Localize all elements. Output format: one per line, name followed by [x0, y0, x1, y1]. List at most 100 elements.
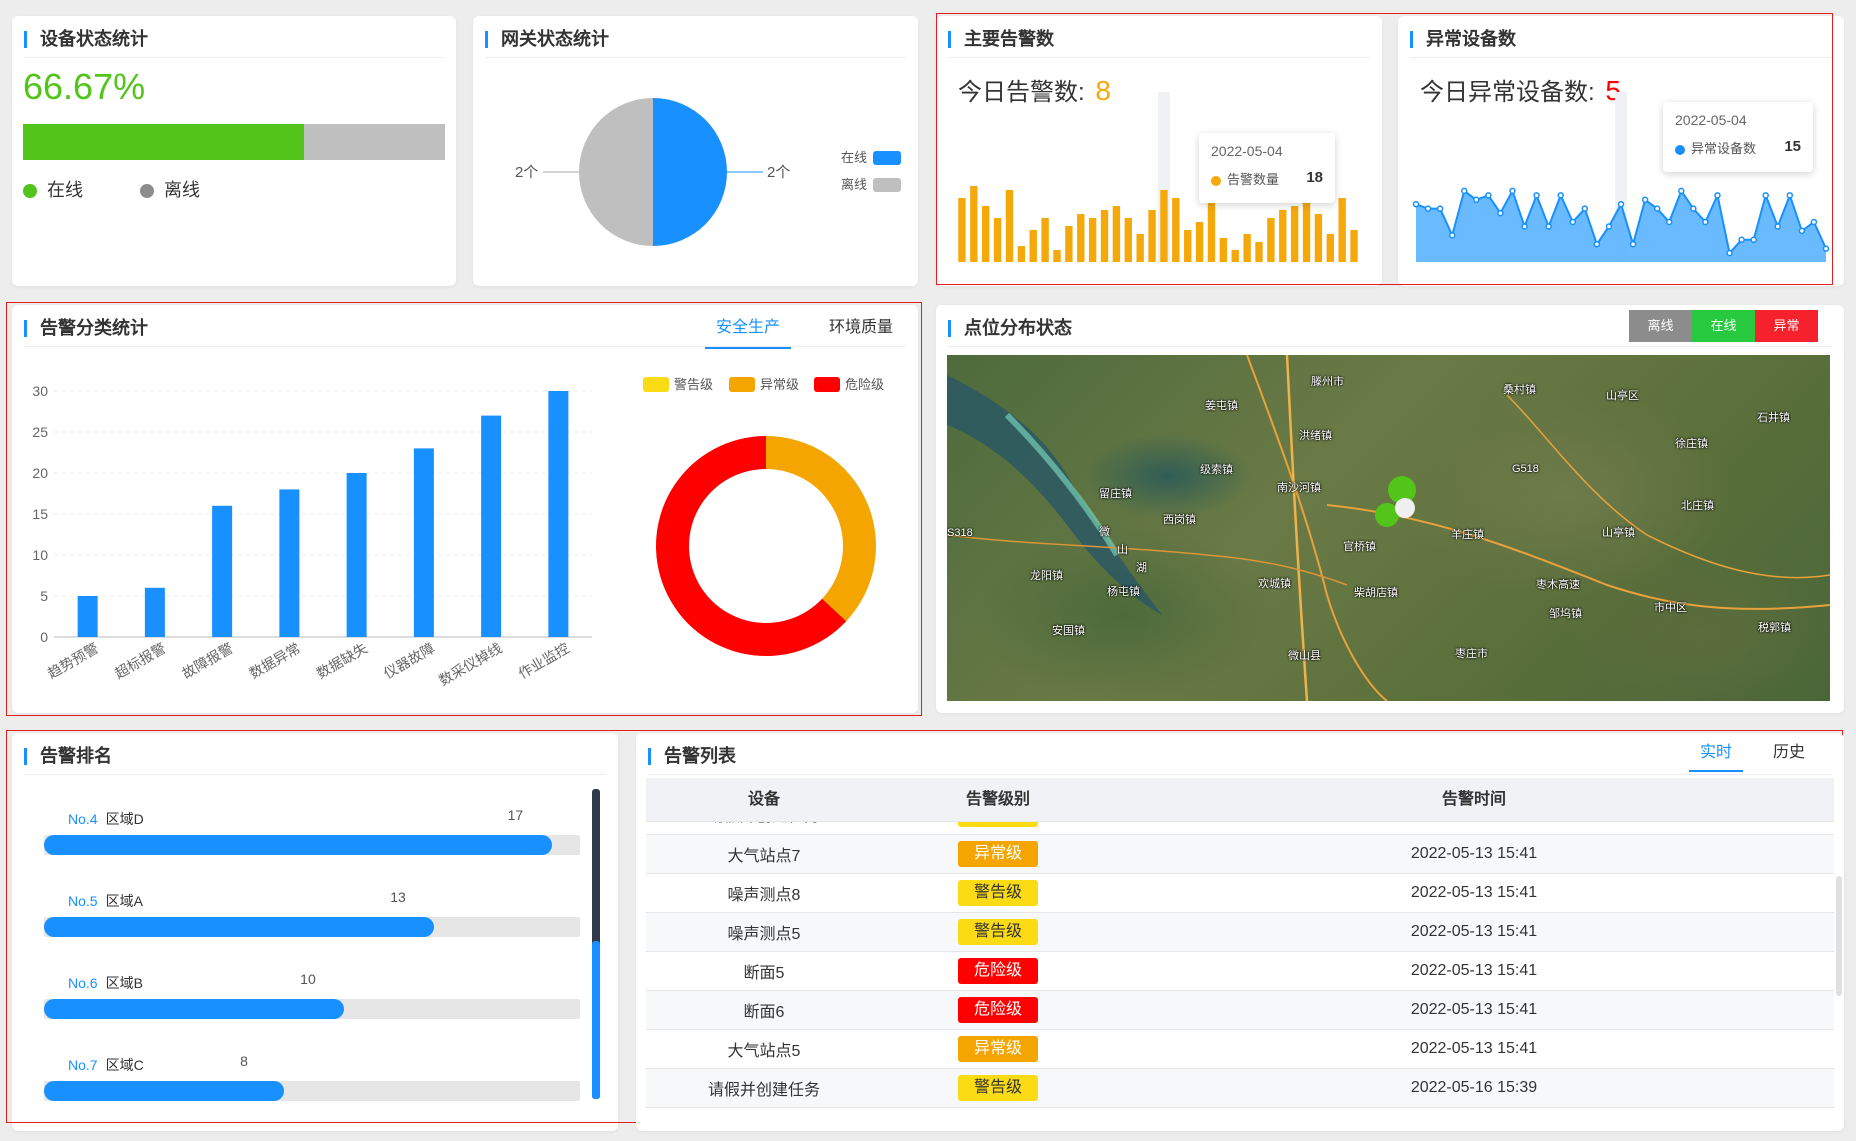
- table-row[interactable]: 断面6 危险级 2022-05-13 15:41: [646, 990, 1834, 1030]
- alarm-bar[interactable]: [1041, 218, 1049, 262]
- donut-slice[interactable]: [766, 436, 876, 622]
- gw-legend-online-swatch[interactable]: [873, 151, 901, 165]
- category-bar[interactable]: [144, 587, 165, 637]
- abnormal-point[interactable]: [1424, 205, 1432, 212]
- alarm-bar[interactable]: [1290, 206, 1299, 262]
- alarm-bar[interactable]: [1065, 226, 1073, 262]
- marker-offline-1[interactable]: [1395, 498, 1415, 518]
- legend-online-item[interactable]: 在线: [23, 180, 83, 200]
- alarm-bar[interactable]: [1219, 238, 1228, 262]
- alarm-bar[interactable]: [1077, 214, 1085, 262]
- pie-slice-offline[interactable]: [579, 98, 653, 246]
- alarm-bar[interactable]: [1255, 242, 1263, 262]
- alarm-bar[interactable]: [1172, 198, 1180, 262]
- alarm-bar[interactable]: [1195, 222, 1204, 262]
- legend-abnormal-swatch[interactable]: [729, 377, 755, 392]
- rank-item[interactable]: No.5 区域A 13: [44, 889, 582, 943]
- alarm-bar[interactable]: [1267, 218, 1275, 262]
- alarm-table-scrollbar[interactable]: [1836, 876, 1842, 996]
- abnormal-point[interactable]: [1557, 192, 1564, 199]
- map-filter-offline-button[interactable]: 离线: [1629, 310, 1692, 342]
- alarm-bar[interactable]: [1017, 246, 1026, 262]
- rank-item[interactable]: No.6 区域B 10: [44, 971, 582, 1025]
- abnormal-point[interactable]: [1690, 205, 1697, 212]
- abnormal-point[interactable]: [1545, 223, 1552, 230]
- alarm-bar[interactable]: [993, 218, 1002, 262]
- legend-warn-swatch[interactable]: [643, 377, 669, 392]
- rank-item[interactable]: No.7 区域C 8: [44, 1053, 582, 1107]
- gw-legend-offline-swatch[interactable]: [873, 178, 901, 192]
- abnormal-point[interactable]: [1798, 227, 1806, 235]
- alarm-bar[interactable]: [1302, 202, 1311, 262]
- pie-slice-online[interactable]: [653, 98, 727, 246]
- abnormal-point[interactable]: [1448, 232, 1456, 239]
- alarm-bar[interactable]: [1124, 218, 1132, 262]
- alarm-bar[interactable]: [1338, 198, 1346, 262]
- rank-item[interactable]: No.4 区域D 17: [44, 807, 582, 861]
- abnormal-point[interactable]: [1774, 223, 1782, 230]
- abnormal-point[interactable]: [1533, 192, 1540, 199]
- abnormal-point[interactable]: [1629, 240, 1637, 248]
- category-bar[interactable]: [77, 596, 98, 637]
- table-row[interactable]: 大气站点5 异常级 2022-05-13 15:41: [646, 1029, 1834, 1069]
- abnormal-point[interactable]: [1750, 236, 1757, 244]
- abnormal-point[interactable]: [1412, 200, 1420, 208]
- alarm-bar[interactable]: [1029, 230, 1037, 262]
- alarm-bar[interactable]: [1088, 218, 1097, 262]
- abnormal-point[interactable]: [1786, 192, 1794, 199]
- abnormal-point[interactable]: [1810, 218, 1818, 226]
- table-row[interactable]: 大气站点7 异常级 2022-05-13 15:41: [646, 834, 1834, 874]
- alarm-bar[interactable]: [1243, 234, 1251, 262]
- alarm-bar[interactable]: [1314, 214, 1323, 262]
- alarm-bar[interactable]: [1350, 230, 1358, 262]
- alarm-bar[interactable]: [1112, 206, 1121, 262]
- map-filter-online-button[interactable]: 在线: [1692, 310, 1755, 342]
- abnormal-point[interactable]: [1653, 205, 1661, 212]
- abnormal-point[interactable]: [1460, 187, 1468, 195]
- abnormal-point[interactable]: [1738, 236, 1745, 244]
- category-bar[interactable]: [481, 415, 502, 637]
- abnormal-point[interactable]: [1702, 218, 1709, 226]
- alarm-bar[interactable]: [958, 198, 966, 262]
- table-row[interactable]: 噪声测点5 警告级 2022-05-13 15:41: [646, 912, 1834, 952]
- tab-realtime[interactable]: 实时: [1689, 738, 1743, 772]
- table-row[interactable]: 噪声测点8 警告级 2022-05-13 15:41: [646, 873, 1834, 913]
- alarm-bar[interactable]: [1231, 250, 1239, 262]
- alarm-bar[interactable]: [1184, 230, 1192, 262]
- abnormal-point[interactable]: [1617, 200, 1625, 208]
- satellite-map[interactable]: 滕州市 姜屯镇 桑村镇 山亭区 洪绪镇 石井镇 徐庄镇 级索镇 G518 留庄镇 南沙河镇 西岗镇 北庄…: [947, 355, 1830, 701]
- category-bar[interactable]: [346, 473, 367, 637]
- legend-offline-item[interactable]: 离线: [140, 180, 200, 200]
- abnormal-point[interactable]: [1509, 187, 1516, 195]
- table-row[interactable]: 请假并创建任务 警告级 2022-05-16 15:39: [646, 1068, 1834, 1108]
- abnormal-point[interactable]: [1726, 249, 1733, 257]
- category-bar[interactable]: [279, 489, 300, 637]
- tab-history[interactable]: 历史: [1762, 738, 1816, 772]
- abnormal-point[interactable]: [1521, 223, 1528, 230]
- legend-danger-swatch[interactable]: [814, 377, 840, 392]
- rank-scrollbar-thumb[interactable]: [592, 941, 600, 1099]
- alarm-bar[interactable]: [1326, 234, 1334, 262]
- abnormal-point[interactable]: [1497, 209, 1504, 217]
- alarm-bar[interactable]: [970, 186, 978, 262]
- abnormal-point[interactable]: [1762, 192, 1769, 199]
- abnormal-point[interactable]: [1678, 187, 1685, 195]
- category-bar[interactable]: [413, 448, 434, 637]
- table-row[interactable]: 请假并创建任务 警告级 2022-05-16 15:38: [646, 822, 1834, 835]
- alarm-bar[interactable]: [1160, 190, 1168, 262]
- alarm-bar[interactable]: [1100, 210, 1109, 262]
- abnormal-point[interactable]: [1641, 196, 1649, 204]
- alarm-bar[interactable]: [1148, 210, 1156, 262]
- category-bar[interactable]: [212, 505, 233, 637]
- alarm-table-viewport[interactable]: 请假并创建任务警告级2022-05-16 15:38大气站点7异常级2022-0…: [646, 822, 1834, 1118]
- abnormal-point[interactable]: [1485, 192, 1492, 199]
- abnormal-point[interactable]: [1605, 223, 1613, 230]
- alarm-bar[interactable]: [1279, 210, 1287, 262]
- abnormal-point[interactable]: [1581, 205, 1589, 212]
- alarm-bar[interactable]: [1053, 250, 1061, 262]
- map-filter-abnormal-button[interactable]: 异常: [1755, 310, 1818, 342]
- abnormal-point[interactable]: [1714, 192, 1721, 199]
- table-row[interactable]: 断面5 危险级 2022-05-13 15:41: [646, 951, 1834, 991]
- abnormal-point[interactable]: [1822, 245, 1830, 252]
- abnormal-point[interactable]: [1473, 196, 1480, 204]
